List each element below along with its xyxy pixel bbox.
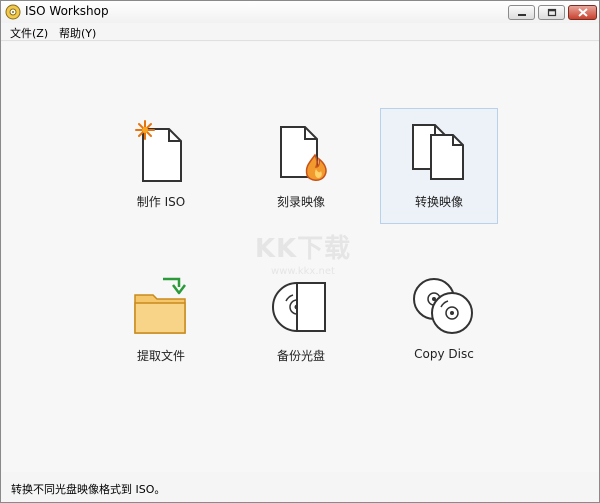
extract-files-icon bbox=[134, 277, 186, 334]
maximize-button[interactable] bbox=[538, 5, 565, 20]
window-title: ISO Workshop bbox=[25, 4, 109, 18]
watermark-text: KK下载 bbox=[254, 234, 352, 264]
minimize-button[interactable] bbox=[508, 5, 535, 20]
tile-backup-disc[interactable]: 备份光盘 bbox=[242, 262, 360, 378]
convert-image-icon bbox=[412, 124, 464, 180]
tile-extract-files[interactable]: 提取文件 bbox=[102, 262, 220, 378]
main-panel: 制作 ISO 刻录映像 转换映像 提取文件 备份光盘 Copy Disc KK下… bbox=[2, 42, 599, 472]
title-bar[interactable]: ISO Workshop bbox=[1, 1, 599, 23]
tile-create-iso[interactable]: 制作 ISO bbox=[102, 108, 220, 224]
app-logo-icon bbox=[5, 4, 21, 20]
status-bar: 转换不同光盘映像格式到 ISO。 bbox=[2, 474, 599, 502]
menu-help[interactable]: 帮助(Y) bbox=[56, 25, 99, 41]
close-icon bbox=[577, 8, 588, 17]
minimize-icon bbox=[517, 13, 526, 16]
menu-file[interactable]: 文件(Z) bbox=[7, 25, 51, 41]
menu-bar: 文件(Z) 帮助(Y) bbox=[1, 23, 599, 41]
tile-convert-image[interactable]: 转换映像 bbox=[380, 108, 498, 224]
copy-disc-icon bbox=[413, 278, 473, 334]
close-button[interactable] bbox=[568, 5, 597, 20]
tile-label: Copy Disc bbox=[414, 347, 474, 361]
tile-burn-image[interactable]: 刻录映像 bbox=[242, 108, 360, 224]
tile-label: 备份光盘 bbox=[276, 349, 325, 363]
create-iso-icon bbox=[135, 120, 182, 182]
tile-label: 刻录映像 bbox=[276, 195, 325, 209]
tile-label: 制作 ISO bbox=[136, 195, 186, 209]
backup-disc-icon bbox=[272, 282, 326, 332]
tile-label: 转换映像 bbox=[414, 195, 463, 209]
tile-copy-disc[interactable]: Copy Disc bbox=[385, 262, 503, 378]
tile-label: 提取文件 bbox=[136, 349, 185, 363]
app-window: ISO Workshop 文件(Z) 帮助(Y) 制作 ISO 刻录映像 转换映… bbox=[0, 0, 600, 503]
status-text: 转换不同光盘映像格式到 ISO。 bbox=[11, 483, 166, 496]
maximize-icon bbox=[547, 8, 556, 17]
burn-image-icon bbox=[280, 126, 327, 181]
